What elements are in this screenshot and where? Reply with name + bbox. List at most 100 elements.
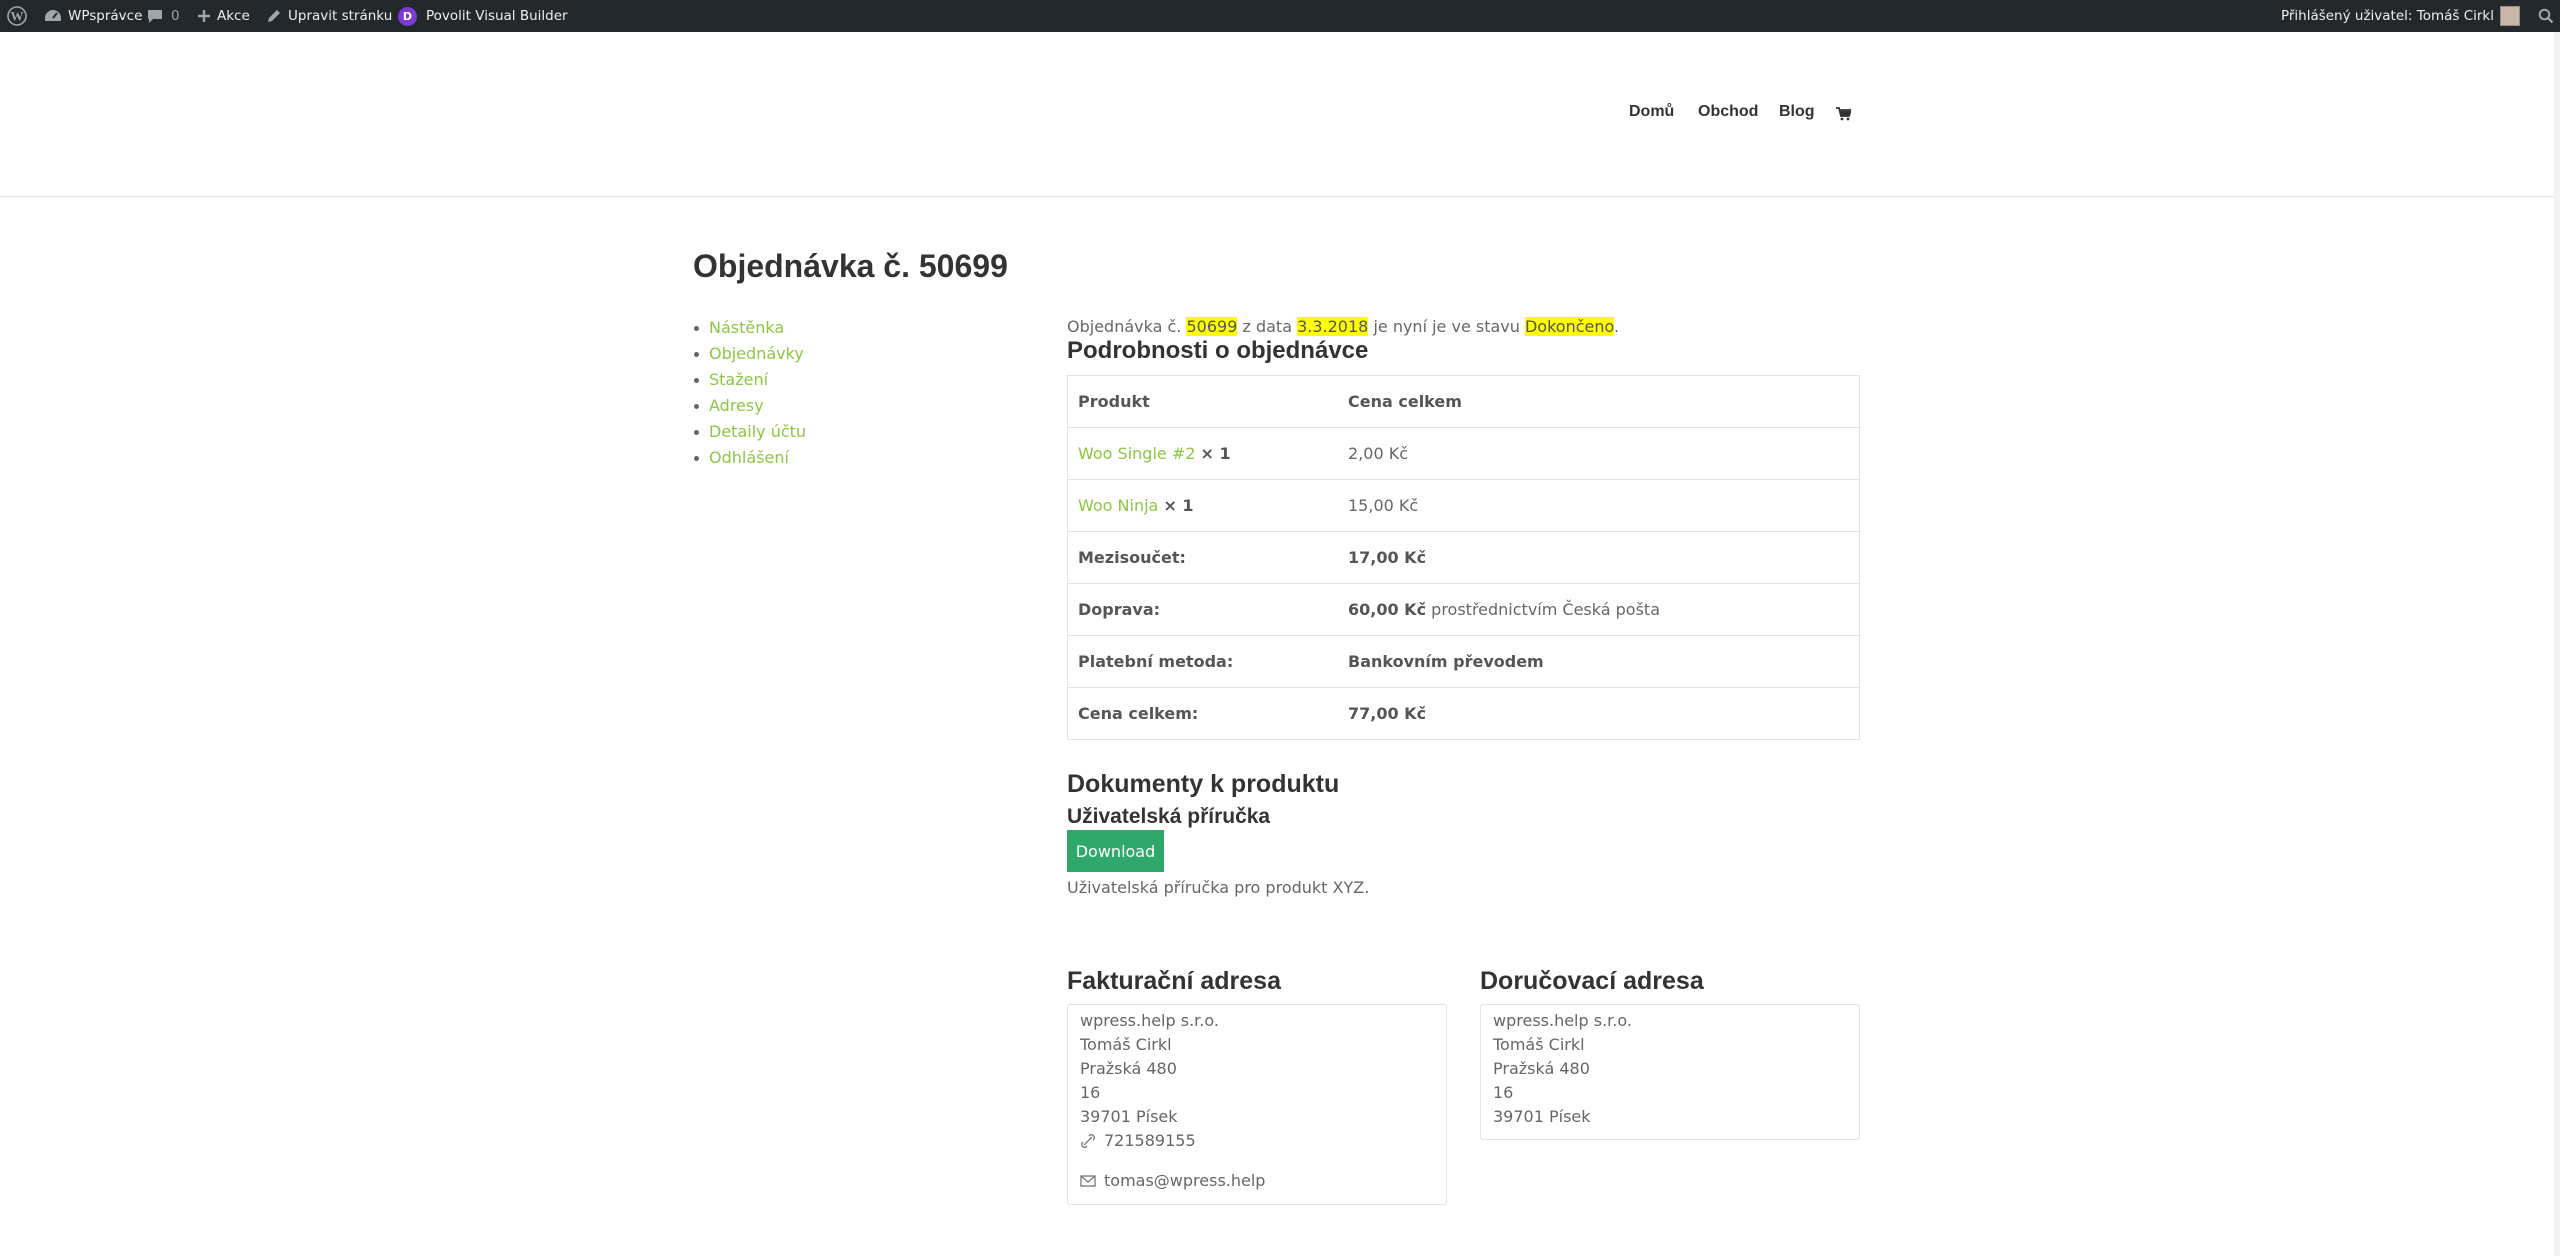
main-navigation: Domů Obchod Blog [0, 103, 2560, 127]
pencil-icon [268, 9, 280, 22]
account-nav-addresses[interactable]: Adresy [709, 396, 764, 415]
product-qty: × 1 [1200, 444, 1231, 463]
shipping-address: wpress.help s.r.o. Tomáš Cirkl Pražská 4… [1480, 1004, 1860, 1140]
address-line: wpress.help s.r.o. [1080, 1011, 1219, 1030]
wordpress-logo-icon[interactable]: W [7, 0, 27, 32]
price-cell: 2,00 Kč [1338, 427, 1860, 480]
status-end: . [1614, 317, 1620, 336]
account-nav-orders[interactable]: Objednávky [709, 344, 804, 363]
account-nav-logout[interactable]: Odhlášení [709, 448, 789, 467]
site-name: WPsprávce [68, 8, 143, 24]
product-qty: × 1 [1163, 496, 1194, 515]
documents-heading: Dokumenty k produktu [1067, 770, 1340, 798]
payment-method-value: Bankovním převodem [1338, 635, 1860, 688]
address-line: 39701 Písek [1080, 1107, 1178, 1126]
subtotal-value: 17,00 Kč [1338, 531, 1860, 584]
table-row: Woo Single #2 × 1 2,00 Kč [1067, 427, 1860, 480]
cart-icon[interactable] [1836, 107, 1853, 126]
table-row: Woo Ninja × 1 15,00 Kč [1067, 479, 1860, 532]
address-line: Tomáš Cirkl [1493, 1035, 1585, 1054]
admin-bar-edit[interactable]: Upravit stránku [266, 0, 392, 32]
account-nav-downloads[interactable]: Stažení [709, 370, 768, 389]
account-nav-item: Adresy [693, 393, 806, 419]
table-row: Cena celkem: 77,00 Kč [1067, 687, 1860, 740]
document-title: Uživatelská příručka [1067, 805, 1271, 828]
account-nav-item: Nástěnka [693, 315, 806, 341]
billing-email: tomas@wpress.help [1080, 1169, 1434, 1193]
account-nav-dashboard[interactable]: Nástěnka [709, 318, 784, 337]
address-line: 16 [1080, 1083, 1101, 1102]
address-line: wpress.help s.r.o. [1493, 1011, 1632, 1030]
address-line: Tomáš Cirkl [1080, 1035, 1172, 1054]
edit-page-label: Upravit stránku [288, 8, 393, 24]
status-prefix: Objednávka č. [1067, 317, 1182, 336]
payment-method-label: Platební metoda: [1067, 635, 1338, 688]
shipping-value: 60,00 Kč [1348, 600, 1427, 619]
admin-bar-new[interactable]: Akce [197, 0, 250, 32]
visual-builder-label: Povolit Visual Builder [426, 8, 568, 24]
mail-icon [1080, 1175, 1096, 1187]
status-from-date: z data [1242, 317, 1292, 336]
admin-bar-visual-builder[interactable]: D Povolit Visual Builder [398, 0, 568, 32]
billing-address-heading: Fakturační adresa [1067, 967, 1281, 995]
product-link[interactable]: Woo Ninja [1078, 496, 1158, 515]
product-cell: Woo Single #2 × 1 [1067, 427, 1338, 480]
admin-bar-search[interactable] [2538, 0, 2554, 32]
account-navigation: Nástěnka Objednávky Stažení Adresy Detai… [693, 315, 806, 471]
nav-item-shop[interactable]: Obchod [1698, 103, 1758, 121]
order-state: Dokončeno [1524, 317, 1615, 336]
table-header-row: Produkt Cena celkem [1068, 376, 1860, 428]
admin-bar-comments[interactable]: 0 [147, 0, 180, 32]
product-cell: Woo Ninja × 1 [1067, 479, 1338, 532]
order-date: 3.3.2018 [1297, 317, 1369, 336]
col-total-header: Cena celkem [1348, 392, 1462, 411]
shipping-cell: 60,00 Kč prostřednictvím Česká pošta [1338, 583, 1860, 636]
billing-address: wpress.help s.r.o. Tomáš Cirkl Pražská 4… [1067, 1004, 1447, 1205]
status-middle: je nyní je ve stavu [1373, 317, 1520, 336]
address-line: 16 [1493, 1083, 1514, 1102]
account-nav-item: Objednávky [693, 341, 806, 367]
dashboard-icon [45, 10, 61, 21]
phone-number: 721589155 [1104, 1131, 1196, 1150]
document-description: Uživatelská příručka pro produkt XYZ. [1067, 878, 1370, 897]
shipping-via: prostřednictvím Česká pošta [1431, 600, 1660, 619]
shipping-label: Doprava: [1067, 583, 1338, 636]
account-nav-item: Detaily účtu [693, 419, 806, 445]
account-nav-item: Odhlášení [693, 445, 806, 471]
user-greeting: Přihlášený uživatel: Tomáš Cirkl [2280, 8, 2494, 24]
avatar [2500, 6, 2520, 26]
svg-text:W: W [11, 9, 24, 24]
plus-icon [198, 10, 210, 22]
shipping-address-heading: Doručovací adresa [1480, 967, 1704, 995]
scrollbar[interactable] [2554, 32, 2560, 1256]
new-label: Akce [217, 8, 250, 24]
admin-bar: W WPsprávce 0 Akce Upravit stránku D Pov… [0, 0, 2560, 32]
page-title: Objednávka č. 50699 [693, 248, 1008, 284]
order-details-heading: Podrobnosti o objednávce [1067, 337, 1369, 364]
subtotal-label: Mezisoučet: [1067, 531, 1338, 584]
price-cell: 15,00 Kč [1338, 479, 1860, 532]
account-nav-item: Stažení [693, 367, 806, 393]
download-button[interactable]: Download [1067, 830, 1164, 872]
divi-icon: D [398, 6, 417, 26]
email-address: tomas@wpress.help [1104, 1171, 1266, 1190]
total-value: 77,00 Kč [1338, 687, 1860, 740]
total-label: Cena celkem: [1067, 687, 1338, 740]
admin-bar-site[interactable]: WPsprávce [44, 0, 142, 32]
col-product-header: Produkt [1078, 392, 1150, 411]
nav-item-home[interactable]: Domů [1629, 103, 1674, 121]
address-line: Pražská 480 [1080, 1059, 1177, 1078]
phone-icon [1081, 1134, 1095, 1148]
comments-count: 0 [171, 8, 180, 24]
billing-phone: 721589155 [1080, 1129, 1434, 1153]
table-row: Mezisoučet: 17,00 Kč [1067, 531, 1860, 584]
order-details-table: Produkt Cena celkem Woo Single #2 × 1 2,… [1067, 375, 1860, 740]
table-row: Platební metoda: Bankovním převodem [1067, 635, 1860, 688]
product-link[interactable]: Woo Single #2 [1078, 444, 1195, 463]
nav-item-blog[interactable]: Blog [1779, 103, 1815, 121]
comment-icon [148, 9, 162, 23]
search-icon [2538, 8, 2554, 24]
account-nav-account-details[interactable]: Detaily účtu [709, 422, 806, 441]
admin-bar-account[interactable]: Přihlášený uživatel: Tomáš Cirkl [2281, 0, 2520, 32]
address-line: Pražská 480 [1493, 1059, 1590, 1078]
